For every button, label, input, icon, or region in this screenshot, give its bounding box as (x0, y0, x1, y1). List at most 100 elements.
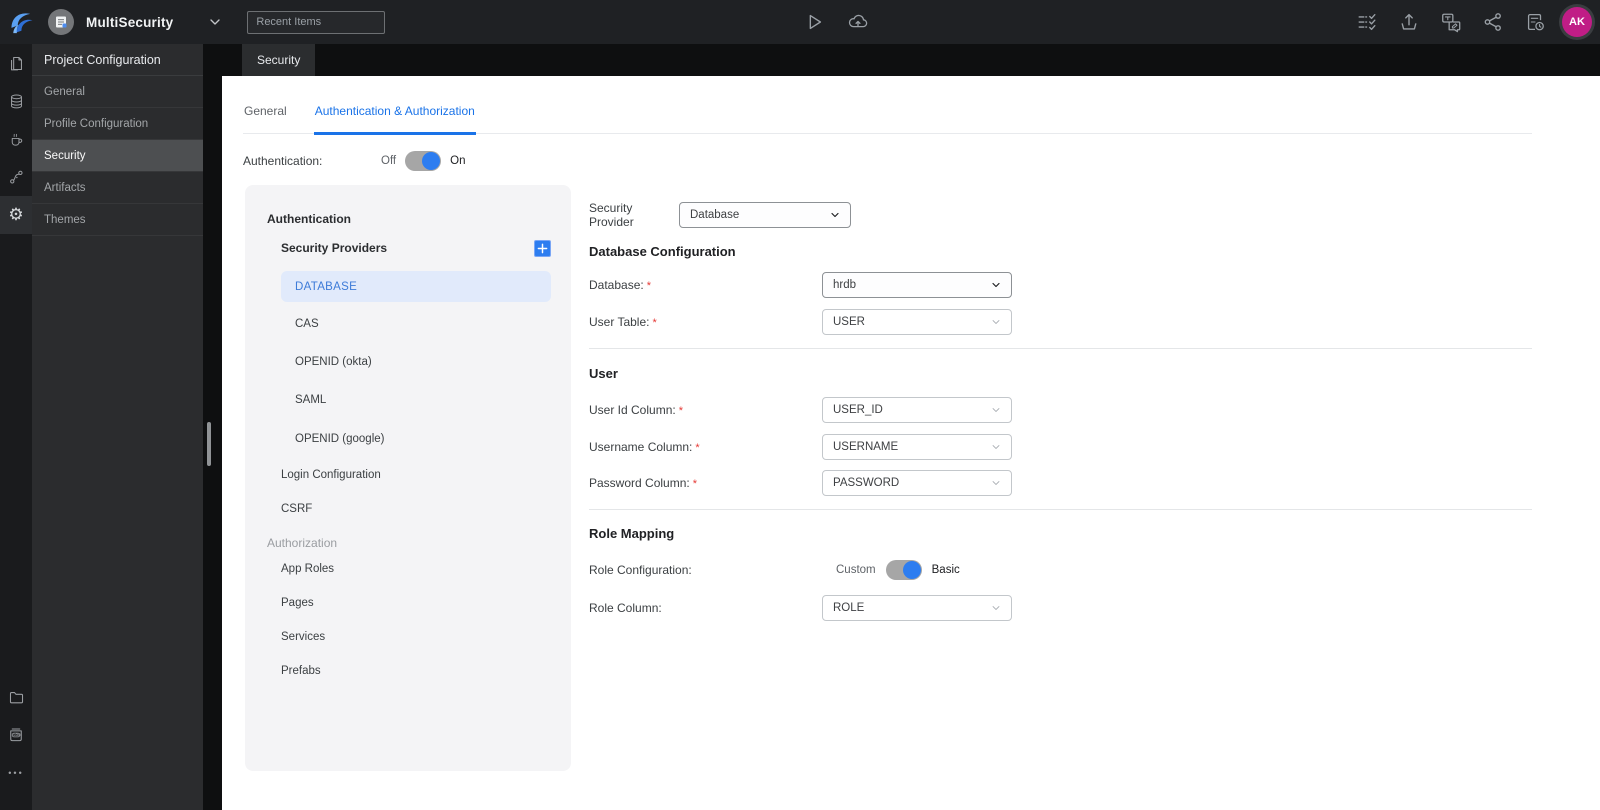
left-icon-rail: ⚙ LOG ••• (0, 44, 32, 810)
required-marker: * (695, 442, 700, 454)
user-heading: User (589, 366, 618, 381)
nav-item-services[interactable]: Services (281, 627, 571, 647)
user-avatar[interactable]: AK (1562, 7, 1592, 37)
tab-authentication-authorization[interactable]: Authentication & Authorization (313, 104, 476, 135)
security-providers-row: Security Providers (281, 238, 551, 258)
security-provider-value: Database (690, 209, 740, 221)
chevron-down-icon[interactable] (207, 14, 223, 30)
file-history-icon[interactable] (1524, 11, 1546, 33)
project-configuration-title: Project Configuration (32, 44, 203, 76)
chevron-down-icon (831, 212, 839, 218)
required-marker: * (646, 280, 651, 292)
add-security-provider-button[interactable] (534, 239, 551, 257)
config-item-profile-configuration[interactable]: Profile Configuration (32, 108, 203, 140)
config-item-general[interactable]: General (32, 76, 203, 108)
security-provider-row: Security Provider Database (589, 201, 1532, 229)
nav-item-csrf[interactable]: CSRF (281, 499, 571, 519)
database-configuration-heading: Database Configuration (589, 244, 736, 259)
user-id-column-value: USER_ID (833, 404, 883, 416)
chevron-down-icon (992, 320, 1000, 324)
security-provider-label: Security Provider (589, 201, 634, 229)
user-table-select[interactable]: USER (822, 309, 1012, 335)
user-id-column-row: User Id Column: * USER_ID (589, 397, 1532, 423)
role-configuration-toggle[interactable] (885, 560, 922, 580)
nav-item-app-roles[interactable]: App Roles (281, 559, 571, 579)
export-publish-icon[interactable] (1398, 11, 1420, 33)
editor-tab-security[interactable]: Security (242, 44, 316, 76)
user-table-field-row: User Table: * USER (589, 309, 1532, 335)
nav-item-prefabs[interactable]: Prefabs (281, 661, 571, 681)
config-item-themes[interactable]: Themes (32, 204, 203, 236)
database-provider-form: Security Provider Database Database Conf… (589, 201, 1532, 621)
editor-tab-bar: Security (203, 44, 1600, 76)
role-mapping-heading: Role Mapping (589, 526, 675, 541)
username-column-row: Username Column: * USERNAME (589, 434, 1532, 460)
password-column-value: PASSWORD (833, 477, 900, 489)
security-settings-main: General Authentication & Authorization A… (222, 76, 1600, 810)
recent-items-input[interactable] (247, 10, 386, 34)
required-marker: * (678, 405, 683, 417)
user-id-column-select[interactable]: USER_ID (822, 397, 1012, 423)
folder-icon[interactable] (0, 678, 32, 716)
database-label: Database: * (589, 278, 651, 292)
share-branch-icon[interactable] (1482, 11, 1504, 33)
run-preview-icon[interactable] (803, 11, 825, 33)
authentication-on-label: On (450, 155, 466, 167)
required-marker: * (652, 317, 657, 329)
top-bar: MultiSecurity Recent Items AK (0, 0, 1600, 44)
config-item-artifacts[interactable]: Artifacts (32, 172, 203, 204)
feedback-chat-icon[interactable] (1440, 11, 1462, 33)
security-provider-select[interactable]: Database (679, 202, 851, 228)
logs-icon[interactable]: LOG (0, 716, 32, 754)
settings-gear-icon[interactable]: ⚙ (0, 196, 32, 234)
chevron-down-icon (992, 445, 1000, 449)
database-icon[interactable] (0, 82, 32, 120)
wavemaker-logo-icon[interactable] (8, 8, 36, 36)
password-column-select[interactable]: PASSWORD (822, 470, 1012, 496)
provider-item-cas[interactable]: CAS (295, 314, 571, 334)
provider-item-openid-google[interactable]: OPENID (google) (295, 429, 571, 449)
role-configuration-label: Role Configuration: (589, 563, 692, 577)
java-services-icon[interactable] (0, 120, 32, 158)
nav-item-pages[interactable]: Pages (281, 593, 571, 613)
chevron-down-icon (992, 408, 1000, 412)
database-field-row: Database: * hrdb (589, 272, 1532, 298)
content-region: Security General Authentication & Author… (203, 44, 1600, 810)
authentication-toggle[interactable] (405, 151, 442, 171)
username-column-value: USERNAME (833, 441, 899, 453)
role-column-value: ROLE (833, 602, 865, 614)
user-table-value: USER (833, 316, 865, 328)
database-select[interactable]: hrdb (822, 272, 1012, 298)
toggle-knob (422, 152, 441, 170)
username-column-label: Username Column: * (589, 440, 700, 454)
role-column-select[interactable]: ROLE (822, 595, 1012, 621)
role-configuration-toggle-group: Custom Basic (822, 560, 960, 580)
provider-item-database[interactable]: DATABASE (281, 271, 551, 302)
authentication-toggle-row: Authentication: Off On (243, 148, 1600, 174)
project-badge-icon[interactable] (48, 9, 74, 35)
scrollbar-thumb[interactable] (207, 422, 211, 466)
project-configuration-panel: Project Configuration General Profile Co… (32, 44, 203, 810)
authentication-off-label: Off (381, 155, 397, 167)
rail-bottom-group: LOG ••• (0, 678, 32, 792)
nav-item-login-configuration[interactable]: Login Configuration (281, 465, 571, 485)
database-value: hrdb (833, 279, 857, 291)
chevron-down-icon (992, 606, 1000, 610)
role-configuration-row: Role Configuration: Custom Basic (589, 557, 1532, 583)
security-providers-label: Security Providers (281, 241, 388, 255)
password-column-label: Password Column: * (589, 476, 697, 490)
provider-item-openid-okta[interactable]: OPENID (okta) (295, 352, 571, 372)
config-item-security[interactable]: Security (32, 140, 203, 172)
checklist-icon[interactable] (1356, 11, 1378, 33)
toggle-knob (902, 561, 921, 579)
password-column-row: Password Column: * PASSWORD (589, 470, 1532, 496)
nav-section-authorization: Authorization (267, 536, 338, 550)
username-column-select[interactable]: USERNAME (822, 434, 1012, 460)
role-config-custom-label: Custom (836, 564, 876, 576)
apis-route-icon[interactable] (0, 158, 32, 196)
cloud-deploy-icon[interactable] (847, 11, 869, 33)
more-options-icon[interactable]: ••• (0, 754, 32, 792)
tab-general[interactable]: General (243, 104, 288, 133)
provider-item-saml[interactable]: SAML (295, 390, 571, 410)
pages-icon[interactable] (0, 44, 32, 82)
